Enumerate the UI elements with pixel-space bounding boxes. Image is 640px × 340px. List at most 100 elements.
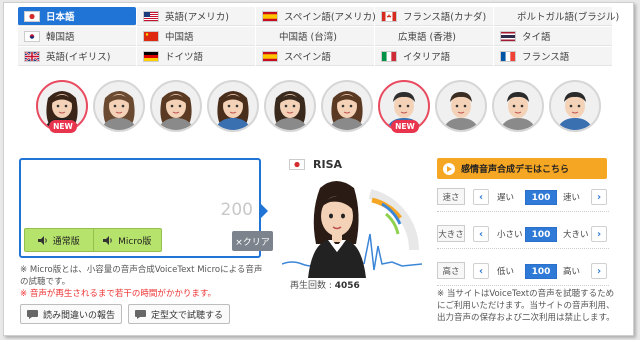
param-row-2: 高さ ‹ 低い 100 高い › [437,262,609,286]
language-tab-1[interactable]: 英語(アメリカ) [137,7,255,26]
avatar-10[interactable] [549,80,601,132]
increase-button[interactable]: › [591,189,607,205]
param-divider [437,211,609,212]
play-icon [443,162,455,175]
language-tab-5[interactable]: 韓国語 [18,27,136,46]
language-label: 韓国語 [46,32,75,43]
language-tab-2[interactable]: スペイン語(アメリカ) [256,7,376,26]
decrease-button[interactable]: ‹ [473,226,489,242]
language-tab-0[interactable]: 日本語 [18,7,136,26]
speech-bubble-icon [27,309,38,319]
param-high-label: 高い [563,267,581,277]
param-label: 大きさ [437,225,465,242]
speaker-header: RISA [289,158,342,171]
speaker-icon [103,235,112,245]
language-tab-14[interactable]: フランス語 [494,47,612,66]
param-value: 100 [525,264,557,279]
chevron-right-icon: › [596,228,602,240]
language-label: 広東語 (香港) [398,32,456,43]
avatar-2[interactable] [93,80,145,132]
emotion-demo-label: 感情音声合成デモはこちら [461,165,570,175]
new-badge: NEW [49,120,77,133]
emotion-demo-button[interactable]: 感情音声合成デモはこちら [437,158,607,179]
chevron-left-icon: ‹ [478,265,484,277]
standard-mode-button[interactable]: 通常版 [25,229,93,251]
ca-flag-icon [381,10,397,22]
it-flag-icon [381,50,397,62]
micro-mode-button[interactable]: Micro版 [92,229,162,251]
chevron-left-icon: ‹ [478,228,484,240]
language-tab-4[interactable]: ポルトガル語(ブラジル) [494,7,619,26]
gb-flag-icon [24,50,40,62]
param-row-0: 速さ ‹ 遅い 100 速い › [437,188,609,212]
avatar-8[interactable] [435,80,487,132]
play-count: 再生回数 : 4056 [290,278,360,291]
param-value: 100 [525,190,557,205]
chevron-right-icon: › [596,191,602,203]
avatar-4[interactable] [207,80,259,132]
language-label: イタリア語 [403,52,451,63]
new-badge: NEW [391,120,419,133]
micro-mode-label: Micro版 [118,236,152,247]
language-label: フランス語 [522,52,570,63]
avatar-5[interactable] [264,80,316,132]
language-label: 中国語 [165,32,194,43]
speech-bubble-icon [135,309,146,319]
language-tab-13[interactable]: イタリア語 [375,47,493,66]
report-label: 読み間違いの報告 [43,310,116,321]
report-misreading-button[interactable]: 読み間違いの報告 [20,304,123,324]
increase-button[interactable]: › [591,263,607,279]
de-flag-icon [143,50,159,62]
language-tab-7[interactable]: 中国語 (台湾) [256,27,374,46]
decrease-button[interactable]: ‹ [473,263,489,279]
template-label: 定型文で試聴する [151,310,224,321]
char-counter: 200 [220,200,253,220]
es-flag-icon [262,50,278,62]
language-tab-6[interactable]: 中国語 [137,27,255,46]
cn-flag-icon [143,30,159,42]
avatar-9[interactable] [492,80,544,132]
language-label: スペイン語 [284,52,331,63]
text-input-panel: 200 通常版 Micro版 ×クリア [19,158,273,258]
decrease-button[interactable]: ‹ [473,189,489,205]
speaker-illustration [281,174,423,278]
param-low-label: 小さい [497,230,523,240]
us-flag-icon [143,10,159,22]
increase-button[interactable]: › [591,226,607,242]
jp-flag-icon [24,10,40,22]
language-tab-11[interactable]: ドイツ語 [137,47,255,66]
language-label: ポルトガル語(ブラジル) [517,12,620,23]
param-high-label: 大きい [563,230,589,240]
language-tab-3[interactable]: フランス語(カナダ) [375,7,493,26]
fr-flag-icon [500,50,516,62]
avatar-6[interactable] [321,80,373,132]
param-label: 高さ [437,262,465,279]
param-low-label: 遅い [497,193,515,203]
language-tab-9[interactable]: タイ語 [494,27,612,46]
language-tab-8[interactable]: 広東語 (香港) [375,27,493,46]
param-divider [437,248,609,249]
language-label: 英語(イギリス) [46,52,111,63]
th-flag-icon [500,30,516,42]
clear-button[interactable]: ×クリア [232,231,273,251]
param-divider [437,285,609,286]
note-delay: ※ 音声が再生されるまで若干の時間がかかります。 [20,289,216,299]
notes: ※ Micro版とは、小容量の音声合成VoiceText Microによる音声の… [20,264,270,300]
language-tab-10[interactable]: 英語(イギリス) [18,47,136,66]
language-label: 中国語 (台湾) [279,32,337,43]
es-flag-icon [262,10,278,22]
param-value: 100 [525,227,557,242]
param-high-label: 速い [563,193,581,203]
language-tab-12[interactable]: スペイン語 [256,47,374,66]
template-preview-button[interactable]: 定型文で試聴する [128,304,231,324]
chevron-left-icon: ‹ [478,191,484,203]
chevron-right-icon: › [596,265,602,277]
usage-note: ※ 当サイトはVoiceTextの音声を試聴するためにご利用いただけます。当サイ… [437,289,615,323]
avatar-3[interactable] [150,80,202,132]
kr-flag-icon [24,30,40,42]
language-label: スペイン語(アメリカ) [284,12,376,23]
speaker-icon [37,235,47,245]
play-count-value: 4056 [334,281,360,291]
language-label: フランス語(カナダ) [403,12,487,23]
japan-flag-icon [289,159,305,170]
